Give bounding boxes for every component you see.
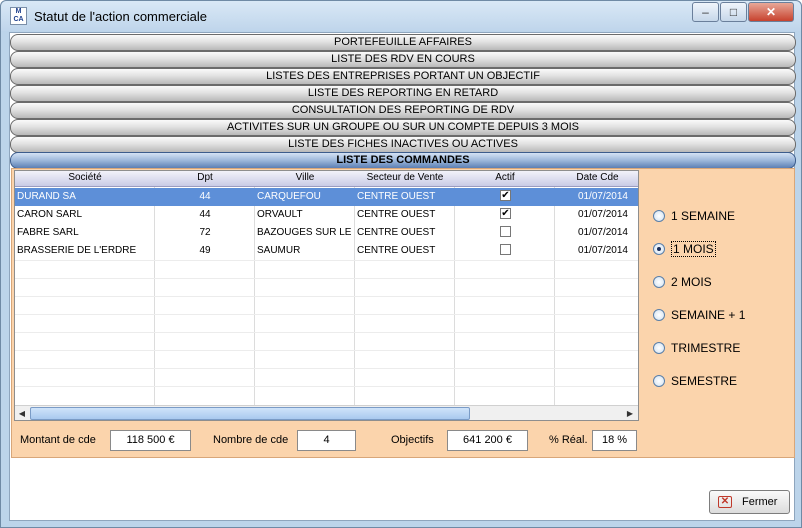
scroll-right-icon[interactable]: ▶ (624, 408, 636, 419)
column-header-dpt[interactable]: Dpt (155, 172, 255, 183)
cell-societe: FABRE SARL (17, 227, 79, 238)
radio-button[interactable] (653, 276, 665, 288)
cell-secteur: CENTRE OUEST (357, 209, 436, 220)
cell-dpt: 72 (199, 227, 211, 238)
row-divider (15, 278, 638, 279)
cell-dpt: 44 (199, 191, 211, 202)
nombre-label: Nombre de cde (213, 434, 289, 446)
cell-ville: BAZOUGES SUR LE L (257, 227, 353, 238)
cell-secteur: CENTRE OUEST (357, 245, 436, 256)
table-row[interactable]: FABRE SARL 72 BAZOUGES SUR LE L CENTRE O… (15, 224, 638, 242)
scroll-left-icon[interactable]: ◀ (16, 408, 28, 419)
column-header-actif[interactable]: Actif (455, 172, 555, 183)
column-header-ville[interactable]: Ville (255, 172, 355, 183)
client-area: PORTEFEUILLE AFFAIRES LISTE DES RDV EN C… (9, 32, 796, 521)
cell-dpt: 49 (199, 245, 211, 256)
radio-button[interactable] (653, 243, 665, 255)
radio-label: 1 MOIS (671, 241, 716, 257)
row-divider (15, 296, 638, 297)
cell-ville: ORVAULT (257, 209, 303, 220)
row-divider (15, 332, 638, 333)
maximize-button[interactable]: □ (720, 2, 747, 22)
tab-rdv-en-cours[interactable]: LISTE DES RDV EN COURS (10, 51, 796, 68)
window-title: Statut de l'action commerciale (34, 9, 208, 24)
nombre-field[interactable]: 4 (297, 430, 356, 451)
radio-button[interactable] (653, 210, 665, 222)
table-row[interactable]: DURAND SA 44 CARQUEFOU CENTRE OUEST ✔ 01… (15, 188, 638, 206)
cell-ville: CARQUEFOU (257, 191, 321, 202)
tab-activites-groupe[interactable]: ACTIVITES SUR UN GROUPE OU SUR UN COMPTE… (10, 119, 796, 136)
actif-checkbox[interactable]: ✔ (500, 190, 511, 201)
minimize-button[interactable]: – (692, 2, 719, 22)
row-divider (15, 386, 638, 387)
tab-fiches-inactives[interactable]: LISTE DES FICHES INACTIVES OU ACTIVES (10, 136, 796, 153)
actif-checkbox[interactable] (500, 244, 511, 255)
scrollbar-thumb[interactable] (30, 407, 470, 420)
column-header-secteur[interactable]: Secteur de Vente (355, 172, 455, 183)
column-header-date[interactable]: Date Cde (555, 172, 638, 183)
cell-dpt: 44 (199, 209, 211, 220)
column-header-societe[interactable]: Société (15, 172, 155, 183)
row-divider (15, 260, 638, 261)
cell-societe: CARON SARL (17, 209, 83, 220)
cell-date: 01/07/2014 (577, 191, 628, 202)
radio-label: TRIMESTRE (671, 341, 741, 355)
close-icon: ✕ (718, 496, 732, 508)
actif-checkbox[interactable] (500, 226, 511, 237)
cell-ville: SAUMUR (257, 245, 301, 256)
objectifs-label: Objectifs (391, 434, 434, 446)
row-divider (15, 350, 638, 351)
radio-label: 2 MOIS (671, 275, 712, 289)
orders-table: Société Dpt Ville Secteur de Vente Actif… (14, 170, 639, 421)
cell-date: 01/07/2014 (577, 209, 628, 220)
realisation-field[interactable]: 18 % (592, 430, 637, 451)
app-icon: M CA (10, 7, 27, 25)
cell-secteur: CENTRE OUEST (357, 227, 436, 238)
close-window-button[interactable]: ✕ (748, 2, 794, 22)
montant-label: Montant de cde (20, 434, 96, 446)
fermer-label: Fermer (742, 496, 778, 508)
radio-label: SEMAINE + 1 (671, 308, 746, 322)
radio-button[interactable] (653, 375, 665, 387)
table-row[interactable]: CARON SARL 44 ORVAULT CENTRE OUEST ✔ 01/… (15, 206, 638, 224)
tab-reporting-retard[interactable]: LISTE DES REPORTING EN RETARD (10, 85, 796, 102)
realisation-label: % Réal. (549, 434, 588, 446)
cell-date: 01/07/2014 (577, 245, 628, 256)
tab-liste-commandes[interactable]: LISTE DES COMMANDES (10, 152, 796, 169)
fermer-button[interactable]: ✕ Fermer (709, 490, 790, 514)
cell-societe: DURAND SA (17, 191, 76, 202)
cell-date: 01/07/2014 (577, 227, 628, 238)
row-divider (15, 314, 638, 315)
actif-checkbox[interactable]: ✔ (500, 208, 511, 219)
cell-secteur: CENTRE OUEST (357, 191, 436, 202)
horizontal-scrollbar[interactable]: ◀ ▶ (15, 405, 638, 420)
app-window: M CA Statut de l'action commerciale – □ … (0, 0, 802, 528)
commandes-panel: Société Dpt Ville Secteur de Vente Actif… (11, 168, 795, 458)
tab-entreprises-objectif[interactable]: LISTES DES ENTREPRISES PORTANT UN OBJECT… (10, 68, 796, 85)
cell-societe: BRASSERIE DE L'ERDRE (17, 245, 137, 256)
tab-portefeuille-affaires[interactable]: PORTEFEUILLE AFFAIRES (10, 34, 796, 51)
table-header: Société Dpt Ville Secteur de Vente Actif… (15, 171, 638, 187)
radio-label: 1 SEMAINE (671, 209, 736, 223)
montant-field[interactable]: 118 500 € (110, 430, 191, 451)
row-divider (15, 368, 638, 369)
radio-button[interactable] (653, 309, 665, 321)
radio-button[interactable] (653, 342, 665, 354)
table-row[interactable]: BRASSERIE DE L'ERDRE 49 SAUMUR CENTRE OU… (15, 242, 638, 260)
objectifs-field[interactable]: 641 200 € (447, 430, 528, 451)
radio-label: SEMESTRE (671, 374, 738, 388)
tab-consultation-reporting[interactable]: CONSULTATION DES REPORTING DE RDV (10, 102, 796, 119)
title-bar[interactable]: M CA Statut de l'action commerciale – □ … (1, 1, 801, 31)
